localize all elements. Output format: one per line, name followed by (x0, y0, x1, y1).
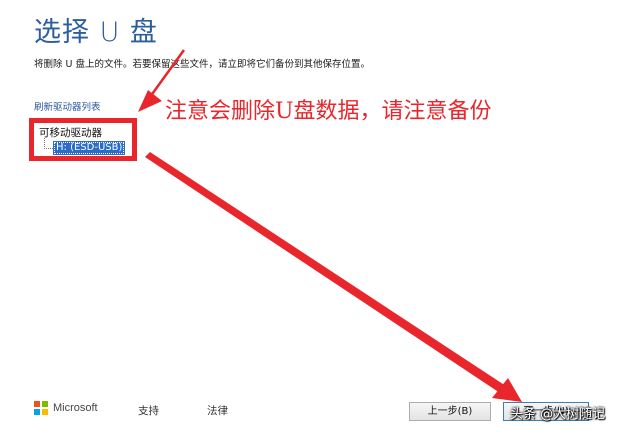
arrow-to-next-button (145, 152, 512, 395)
watermark: 头条 @大树随记 (510, 407, 606, 422)
back-button[interactable]: 上一步(B) (409, 402, 491, 421)
tree-connector (44, 138, 53, 149)
legal-link[interactable]: 法律 (207, 403, 228, 418)
page-title: 选择 U 盘 (34, 17, 158, 48)
microsoft-brand-text: Microsoft (53, 402, 98, 414)
page-subtitle: 将删除 U 盘上的文件。若要保留这些文件，请立即将它们备份到其他保存位置。 (34, 59, 370, 70)
microsoft-logo-icon (34, 401, 48, 415)
refresh-drive-list-link[interactable]: 刷新驱动器列表 (34, 99, 101, 113)
arrow-head-to-next-button (492, 378, 522, 402)
microsoft-logo: Microsoft (34, 401, 98, 415)
drive-item-h[interactable]: H: (ESD-USB) (53, 141, 126, 155)
drive-tree: 可移动驱动器 H: (ESD-USB) (29, 118, 137, 161)
warning-annotation: 注意会删除U盘数据，请注意备份 (165, 99, 492, 124)
support-link[interactable]: 支持 (138, 403, 159, 418)
arrow-head-to-drive-list (138, 90, 162, 112)
